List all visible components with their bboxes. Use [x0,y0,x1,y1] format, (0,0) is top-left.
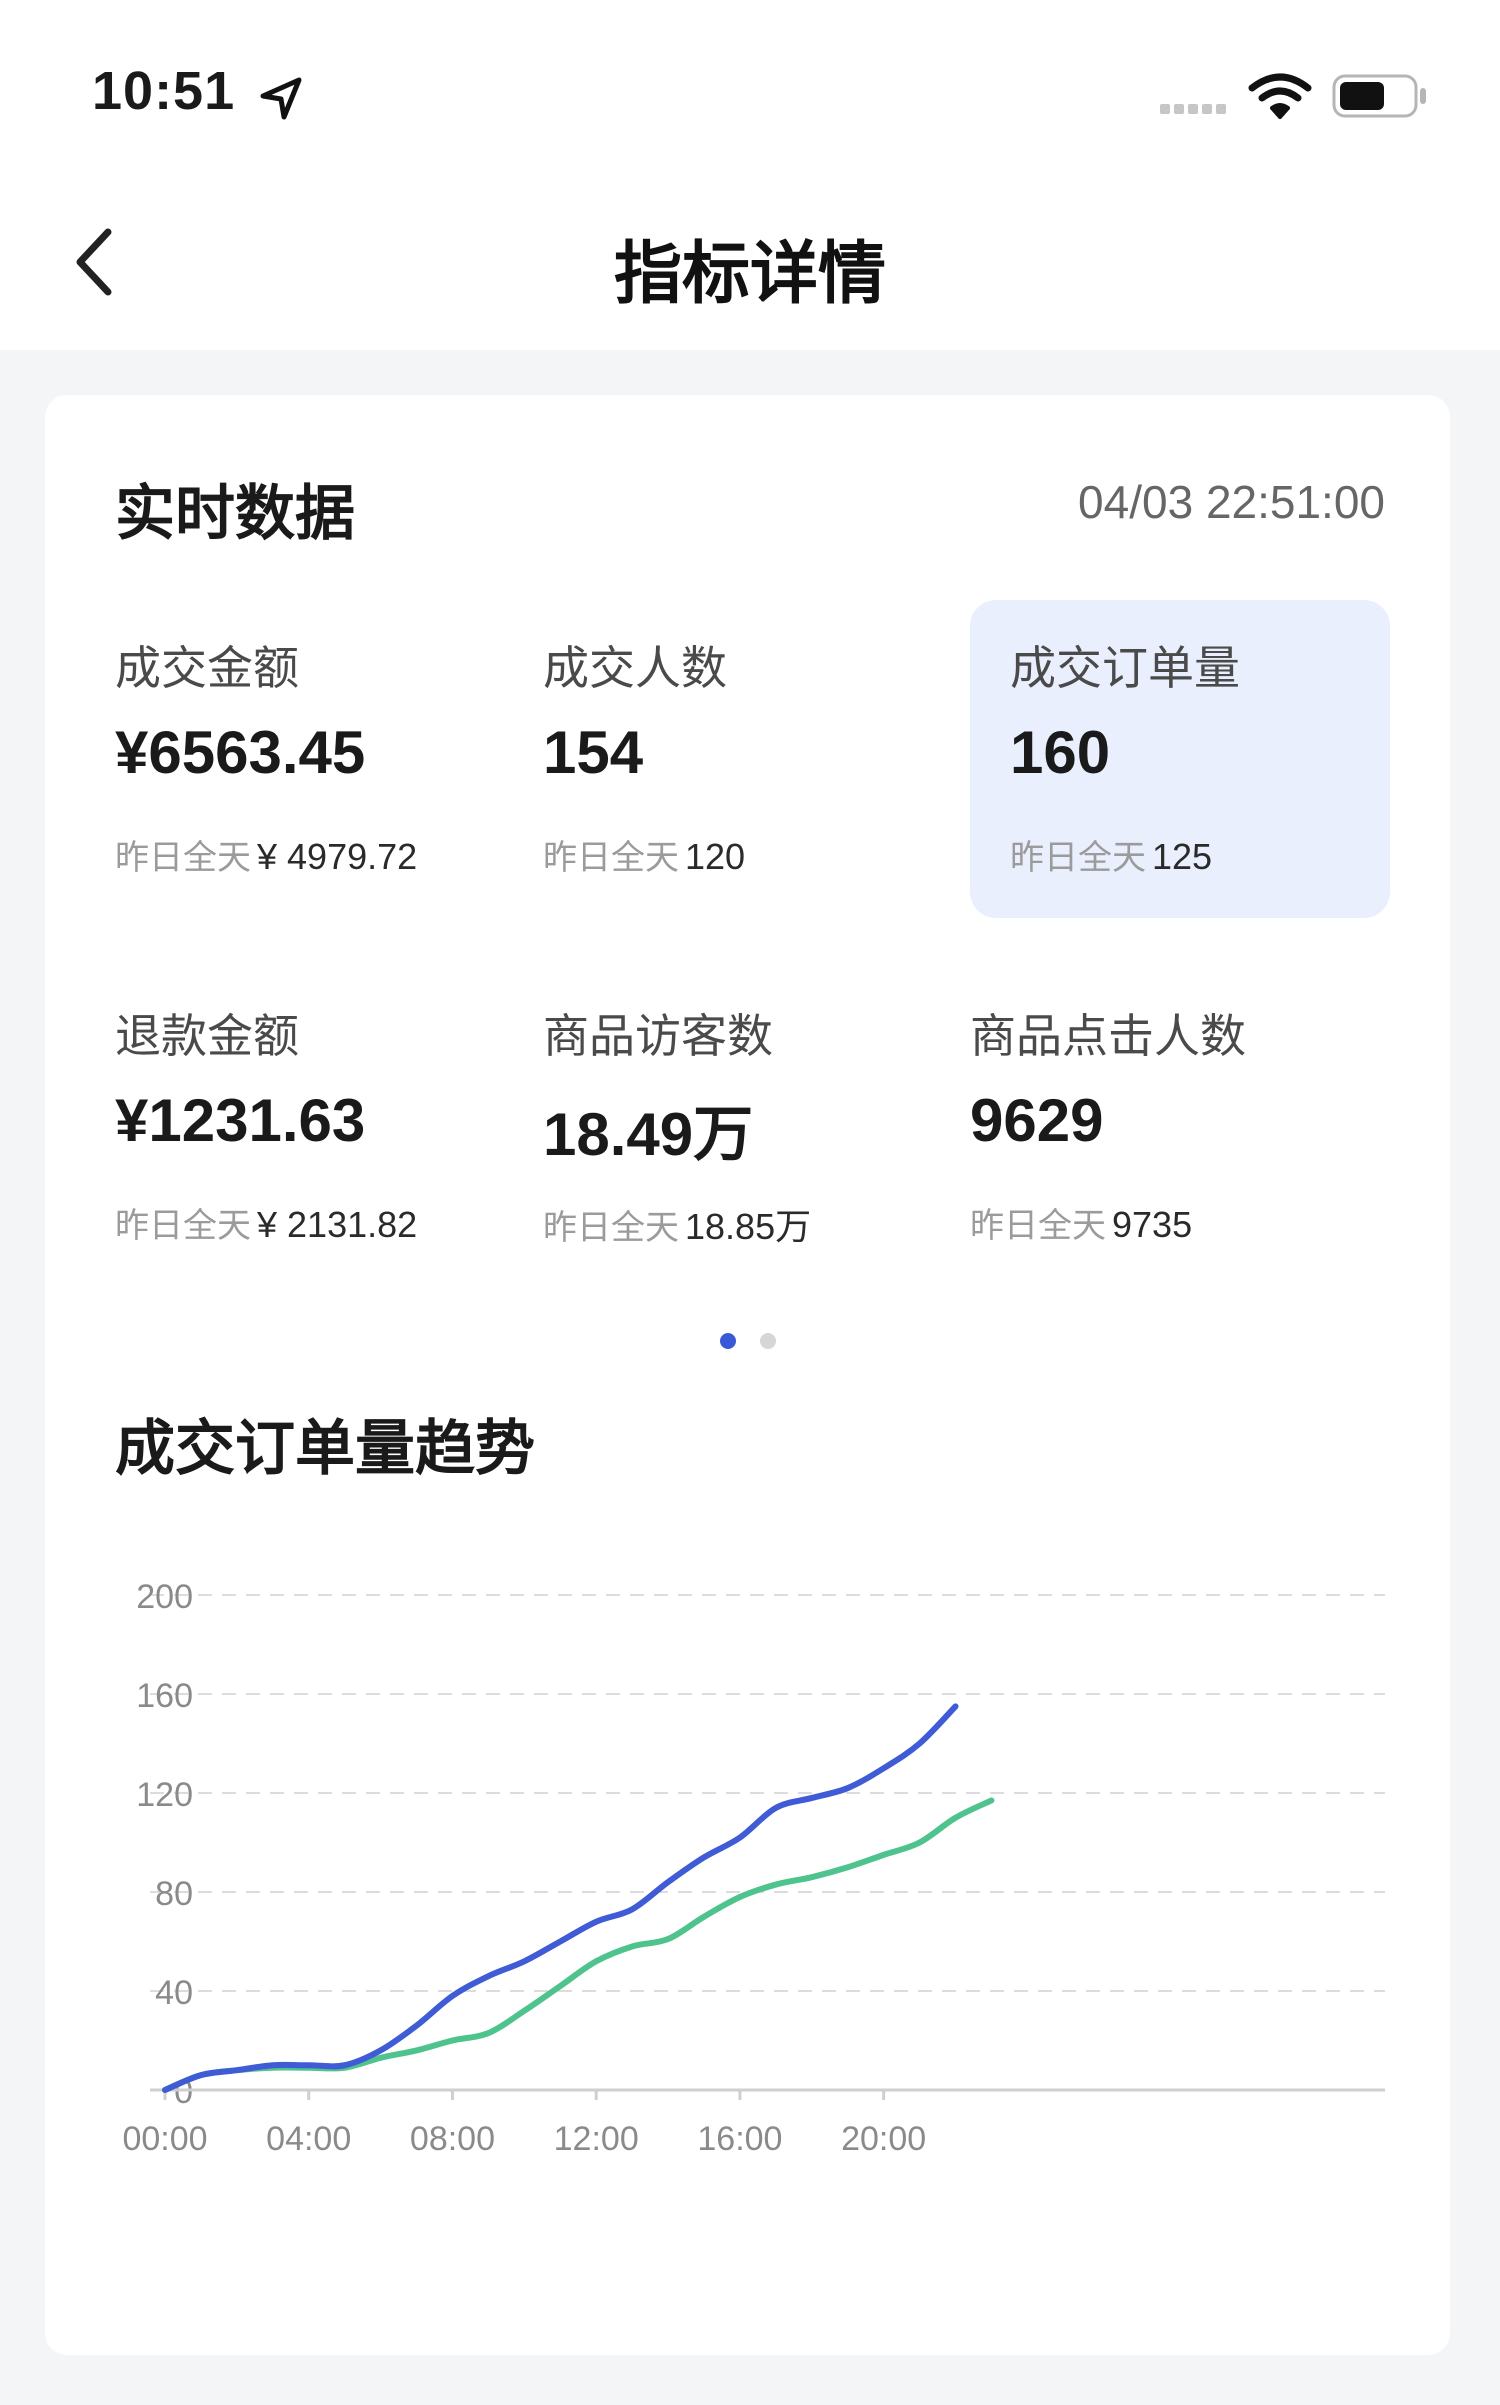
yesterday-label: 昨日全天 [1010,838,1146,878]
realtime-title: 实时数据 [115,479,355,549]
metric-value: 154 [543,719,644,786]
metric-label: 商品点击人数 [970,1009,1246,1063]
wifi-icon [1248,73,1312,119]
location-arrow-icon [260,77,302,120]
status-time: 10:51 [92,61,236,121]
metric-label: 成交人数 [543,641,727,695]
page-title: 指标详情 [613,235,886,314]
metric-yesterday: 昨日全天 120 [543,830,745,879]
metric-yesterday: 昨日全天 ¥ 4979.72 [115,830,417,879]
series-line-0 [162,1703,959,2093]
x-tick-label: 00:00 [122,2120,207,2158]
metric-value: 160 [1010,719,1111,786]
metric-yesterday: 昨日全天 125 [1010,830,1212,879]
y-tick-label: 120 [136,1776,193,1814]
y-tick-label: 200 [136,1578,193,1616]
x-tick-label: 04:00 [266,2120,351,2158]
yesterday-value: 120 [685,836,746,877]
metric-value: ¥1231.63 [115,1087,366,1154]
x-tick-label: 12:00 [554,2120,639,2158]
metric-label: 成交订单量 [1010,641,1240,695]
battery-icon [1332,74,1426,118]
metric-card[interactable]: 商品访客数 18.49万 昨日全天 18.85万 [503,968,923,1286]
metric-value: 18.49万 [543,1101,754,1168]
metric-card[interactable]: 商品点击人数 9629 昨日全天 9735 [930,968,1350,1286]
yesterday-value: 18.85万 [685,1206,812,1247]
page-dot-active[interactable] [719,1333,736,1349]
yesterday-value: ¥ 2131.82 [257,1204,418,1245]
metric-card-selected[interactable]: 成交订单量 160 昨日全天 125 [970,600,1390,918]
trend-chart: 0408012016020000:00 04:00 08:00 12:00 16:00 2… [122,1578,1385,2158]
metrics-card: 实时数据 04/03 22:51:00 成交金额 ¥6563.45 昨日全天 ¥ … [45,395,1450,2355]
yesterday-label: 昨日全天 [115,1206,251,1246]
yesterday-value: 125 [1152,836,1213,877]
metric-yesterday: 昨日全天 9735 [970,1198,1192,1247]
series-line-1 [162,1797,995,2093]
nav-bar: 指标详情 [0,180,1500,350]
yesterday-label: 昨日全天 [970,1206,1106,1246]
metric-label: 商品访客数 [543,1009,773,1063]
y-tick-label: 160 [136,1677,193,1715]
metric-label: 成交金额 [115,641,299,695]
y-tick-label: 80 [155,1875,193,1913]
metric-value: ¥6563.45 [115,719,366,786]
realtime-timestamp: 04/03 22:51:00 [1078,476,1385,528]
yesterday-value: 9735 [1112,1204,1193,1245]
x-tick-label: 08:00 [410,2120,495,2158]
metric-card[interactable]: 成交金额 ¥6563.45 昨日全天 ¥ 4979.72 [75,600,495,918]
yesterday-value: ¥ 4979.72 [257,836,418,877]
x-tick-label: 16:00 [697,2120,782,2158]
metric-card[interactable]: 成交人数 154 昨日全天 120 [503,600,923,918]
page-dot[interactable] [759,1333,776,1349]
metric-card[interactable]: 退款金额 ¥1231.63 昨日全天 ¥ 2131.82 [75,968,495,1286]
x-tick-label: 20:00 [841,2120,926,2158]
yesterday-label: 昨日全天 [543,838,679,878]
trend-title: 成交订单量趋势 [115,1414,535,1484]
yesterday-label: 昨日全天 [115,838,251,878]
metric-label: 退款金额 [115,1009,299,1063]
metric-yesterday: 昨日全天 ¥ 2131.82 [115,1198,417,1247]
status-bar: 10:51 [0,0,1500,180]
y-tick-label: 40 [155,1974,193,2012]
signal-icon [1160,104,1228,120]
metric-value: 9629 [970,1087,1104,1154]
yesterday-label: 昨日全天 [543,1208,679,1248]
metric-yesterday: 昨日全天 18.85万 [543,1198,811,1250]
pagination-dots [45,1333,1450,1353]
